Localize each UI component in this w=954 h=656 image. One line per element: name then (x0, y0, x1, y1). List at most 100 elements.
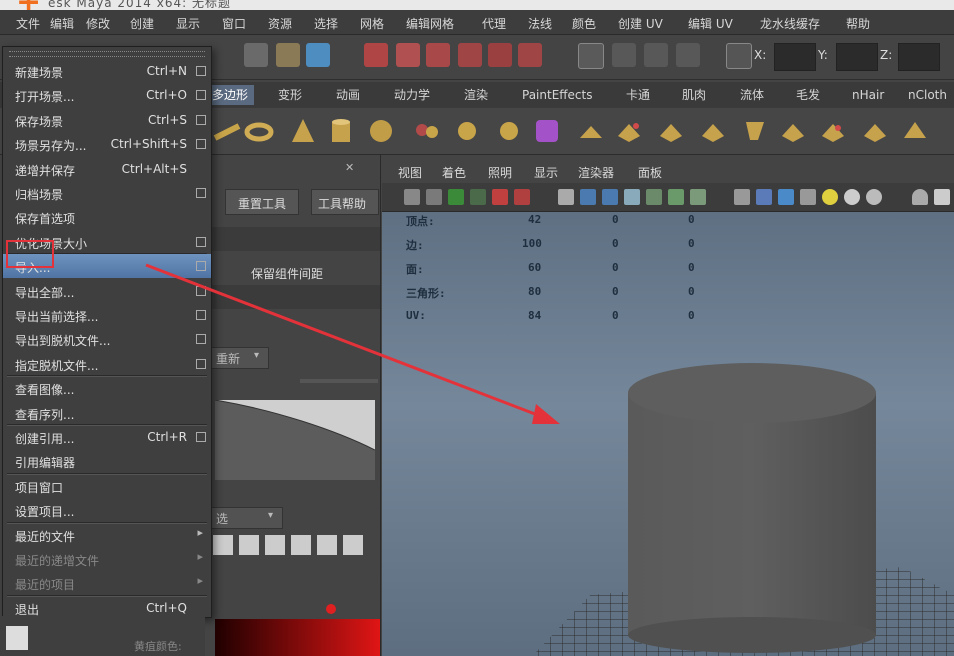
menu-file[interactable]: 文件 (16, 15, 40, 32)
file-menu-item[interactable]: 最近的文件 ▸ (3, 523, 211, 547)
option-box-icon[interactable] (196, 66, 206, 76)
menu-help[interactable]: 帮助 (846, 15, 870, 32)
menu-mesh[interactable]: 网格 (360, 15, 384, 32)
tool-help-button[interactable]: 工具帮助 (311, 189, 379, 215)
file-menu-item[interactable]: 导出全部... (3, 279, 211, 303)
file-menu-item[interactable]: 引用编辑器 (3, 449, 211, 473)
bridge-icon[interactable] (614, 116, 644, 146)
menu-display[interactable]: 显示 (176, 15, 200, 32)
file-menu-item[interactable]: 导出当前选择... (3, 303, 211, 327)
menu-assets[interactable]: 资源 (268, 15, 292, 32)
poly-torus-icon[interactable] (244, 116, 274, 146)
file-menu-item[interactable]: 指定脱机文件... (3, 352, 211, 376)
option-box-icon[interactable] (196, 90, 206, 101)
poly-cylinder-icon[interactable] (326, 116, 356, 146)
y-input[interactable] (836, 43, 878, 71)
snap-grid-icon[interactable] (364, 43, 388, 67)
color-marker-icon[interactable] (326, 604, 336, 614)
menu-color[interactable]: 颜色 (572, 15, 596, 32)
insert-edge-loop-icon[interactable] (740, 116, 770, 146)
tab-ncloth[interactable]: nCloth (902, 85, 953, 105)
tab-fur[interactable]: 毛发 (790, 85, 826, 105)
tab-animation[interactable]: 动画 (330, 85, 366, 105)
tab-muscle[interactable]: 肌肉 (676, 85, 712, 105)
preset-linear-icon[interactable] (213, 535, 233, 555)
menu-pipeline-cache[interactable]: 龙水线缓存 (760, 15, 820, 32)
extrude-icon[interactable] (576, 116, 606, 146)
x-input[interactable] (774, 43, 816, 71)
menu-create[interactable]: 创建 (130, 15, 154, 32)
preset-wave-icon[interactable] (343, 535, 363, 555)
extract-icon[interactable] (494, 116, 524, 146)
poly-sphere-icon[interactable] (366, 116, 396, 146)
z-input[interactable] (898, 43, 940, 71)
torus-icon[interactable] (212, 116, 242, 146)
preset-bell-icon[interactable] (317, 535, 337, 555)
option-box-icon[interactable] (196, 236, 206, 247)
ipr-render-icon[interactable] (644, 43, 668, 67)
file-menu-item[interactable]: 设置项目... (3, 498, 211, 522)
snap-point-icon[interactable] (426, 43, 450, 67)
tab-painteffects[interactable]: PaintEffects (516, 85, 598, 105)
file-menu-item[interactable]: 归档场景 (3, 181, 211, 205)
separate-icon[interactable] (452, 116, 482, 146)
falloff-curve-graph[interactable] (215, 400, 375, 480)
option-box-icon[interactable] (196, 432, 206, 442)
file-menu-item[interactable]: 最近的项目 ▸ (3, 571, 211, 595)
tab-rendering[interactable]: 渲染 (458, 85, 494, 105)
file-menu-item[interactable]: 递增并保存 Ctrl+Alt+S (3, 157, 211, 181)
menu-window[interactable]: 窗口 (222, 15, 246, 32)
render-view-icon[interactable] (578, 43, 604, 69)
fill-hole-icon[interactable] (900, 116, 930, 146)
option-box-icon[interactable] (196, 358, 206, 369)
reset-tool-button[interactable]: 重置工具 (225, 189, 299, 215)
option-box-icon[interactable] (196, 334, 206, 345)
paint-select-icon[interactable] (306, 43, 330, 67)
cylinder-body[interactable] (628, 393, 876, 635)
preset-smooth-icon[interactable] (239, 535, 259, 555)
snap-curve-icon[interactable] (396, 43, 420, 67)
option-box-icon[interactable] (196, 285, 206, 296)
option-box-icon[interactable] (196, 310, 206, 320)
tab-polygons[interactable]: 多边形 (206, 85, 255, 105)
preset-flat-icon[interactable] (291, 535, 311, 555)
menu-create-uv[interactable]: 创建 UV (618, 15, 663, 32)
file-menu-item[interactable]: 导出到脱机文件... (3, 327, 211, 351)
render-settings-icon[interactable] (676, 43, 700, 67)
file-menu-item[interactable]: 查看序列... (3, 401, 211, 425)
select-tool-icon[interactable] (244, 43, 268, 67)
mode-dropdown-2[interactable]: 选 ▾ (211, 507, 283, 529)
poly-cone-icon[interactable] (288, 116, 318, 146)
menu-proxy[interactable]: 代理 (482, 15, 506, 32)
file-menu-item[interactable]: 保存首选项 (3, 205, 211, 229)
snap-surface-icon[interactable] (488, 43, 512, 67)
thumbnail-icon[interactable] (6, 626, 28, 650)
file-menu-item[interactable]: 场景另存为... Ctrl+Shift+S (3, 132, 211, 156)
menu-edit[interactable]: 编辑 (50, 15, 74, 32)
tab-fluids[interactable]: 流体 (734, 85, 770, 105)
tab-toon[interactable]: 卡通 (620, 85, 656, 105)
menu-select[interactable]: 选择 (314, 15, 338, 32)
offset-edge-icon[interactable] (778, 116, 808, 146)
append-icon[interactable] (656, 116, 686, 146)
perspective-viewport[interactable]: 视图 着色 照明 显示 渲染器 面板 顶点: 42 0 0 边: 100 0 0… (382, 155, 954, 656)
tab-dynamics[interactable]: 动力学 (388, 85, 436, 105)
tear-off-handle[interactable] (9, 51, 205, 57)
tab-nhair[interactable]: nHair (846, 85, 890, 105)
file-menu-item[interactable]: 保存场景 Ctrl+S (3, 108, 211, 132)
option-box-icon[interactable] (196, 139, 206, 150)
preset-spike-icon[interactable] (265, 535, 285, 555)
mode-dropdown[interactable]: 重新 ▾ (211, 347, 269, 369)
magnet-icon[interactable] (518, 43, 542, 67)
slider[interactable] (300, 379, 378, 383)
file-menu-item[interactable]: 查看图像... (3, 376, 211, 400)
smooth-icon[interactable] (532, 116, 562, 146)
render-icon[interactable] (612, 43, 636, 67)
option-box-icon[interactable] (196, 114, 206, 125)
file-menu-item[interactable]: 项目窗口 (3, 474, 211, 498)
tab-deform[interactable]: 变形 (272, 85, 308, 105)
file-menu-item[interactable]: 最近的递增文件 ▸ (3, 547, 211, 571)
file-menu-item[interactable]: 打开场景... Ctrl+O (3, 83, 211, 107)
file-menu-item[interactable]: 创建引用... Ctrl+R (3, 425, 211, 449)
split-poly-icon[interactable] (698, 116, 728, 146)
